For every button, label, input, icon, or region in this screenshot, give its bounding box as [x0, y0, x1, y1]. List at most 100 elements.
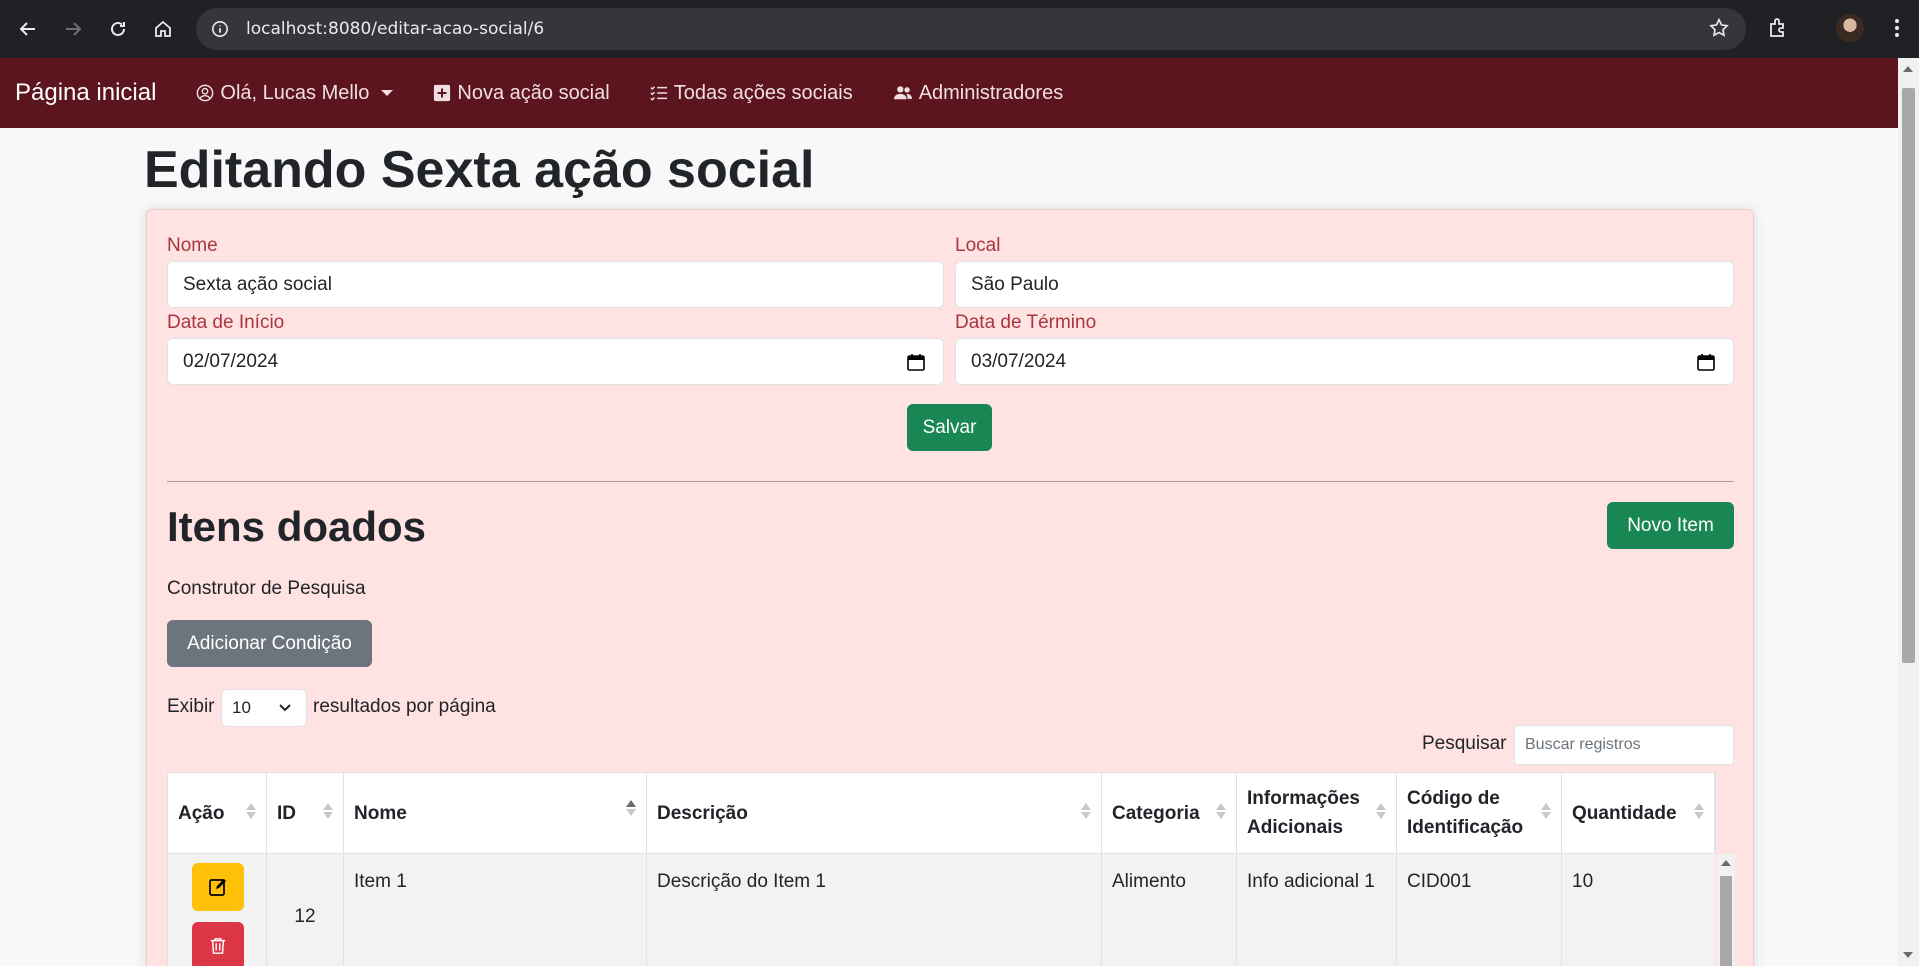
column-header-quantidade[interactable]: Quantidade	[1562, 773, 1715, 853]
show-label: Exibir	[167, 696, 215, 717]
start-date-field[interactable]: 02/07/2024	[167, 338, 944, 385]
info-cell: Info adicional 1	[1237, 854, 1397, 966]
back-arrow-icon	[19, 22, 35, 36]
quantity-cell: 10	[1572, 871, 1594, 892]
search-input[interactable]: Buscar registros	[1514, 725, 1734, 765]
column-header-codigo[interactable]: Código de Identificação	[1397, 773, 1562, 853]
column-header-label: Descrição	[657, 802, 748, 824]
name-label: Nome	[167, 235, 218, 256]
add-condition-button[interactable]: Adicionar Condição	[167, 620, 372, 667]
column-header-categoria[interactable]: Categoria	[1102, 773, 1237, 853]
page-title: Editando Sexta ação social	[144, 141, 815, 199]
sort-icon	[1541, 803, 1551, 819]
end-date-field[interactable]: 03/07/2024	[955, 338, 1734, 385]
bookmark-star-icon[interactable]	[1708, 17, 1730, 39]
table-scrollbar[interactable]	[1717, 854, 1735, 966]
calendar-icon[interactable]	[1697, 353, 1715, 371]
url-text: localhost:8080/editar-acao-social/6	[246, 19, 545, 39]
app-navbar: Página inicial Olá, Lucas Mello Nova açã…	[0, 58, 1898, 128]
list-check-icon	[650, 86, 667, 101]
reload-icon	[111, 21, 125, 36]
user-greeting: Olá, Lucas Mello	[220, 81, 370, 104]
column-header-label: Nome	[354, 802, 407, 824]
start-date-value: 02/07/2024	[183, 350, 279, 372]
edit-icon	[209, 879, 226, 896]
name-field[interactable]: Sexta ação social	[167, 261, 944, 308]
scroll-up-arrow-icon[interactable]	[1903, 66, 1913, 72]
browser-toolbar: localhost:8080/editar-acao-social/6	[0, 0, 1919, 58]
more-options-icon[interactable]	[1885, 16, 1909, 40]
users-icon	[893, 86, 912, 100]
delete-button[interactable]	[192, 922, 244, 966]
sort-ascending-icon	[626, 800, 636, 816]
forward-button[interactable]	[51, 7, 95, 51]
trash-icon	[210, 938, 226, 954]
table-row: 12 Item 1 Descrição do Item 1 Alimento I…	[167, 854, 1715, 966]
home-button[interactable]	[141, 7, 185, 51]
description-cell: Descrição do Item 1	[647, 854, 1102, 966]
id-cell: 12	[267, 854, 344, 966]
edit-button[interactable]	[192, 863, 244, 911]
scroll-up-arrow-icon[interactable]	[1721, 860, 1731, 866]
page-size-value: 10	[232, 698, 251, 717]
nav-all-actions-label: Todas ações sociais	[673, 81, 853, 104]
calendar-icon[interactable]	[907, 353, 925, 371]
column-header-descricao[interactable]: Descrição	[647, 773, 1102, 853]
name-field-value: Sexta ação social	[183, 273, 332, 295]
user-dropdown[interactable]: Olá, Lucas Mello	[196, 81, 394, 105]
table-scrollbar-thumb[interactable]	[1720, 876, 1732, 966]
sort-icon	[246, 803, 256, 819]
column-header-label: Informações Adicionais	[1247, 788, 1360, 838]
sort-icon	[1081, 803, 1091, 819]
column-header-label: Categoria	[1112, 802, 1200, 824]
column-header-label: ID	[277, 802, 296, 824]
home-icon	[155, 20, 171, 37]
column-header-id[interactable]: ID	[267, 773, 344, 853]
column-header-label: Código de Identificação	[1407, 788, 1524, 838]
local-label: Local	[955, 235, 1001, 256]
column-header-label: Ação	[178, 802, 225, 824]
save-button[interactable]: Salvar	[907, 404, 992, 451]
page-size-select[interactable]: 10	[221, 689, 307, 727]
search-label: Pesquisar	[1422, 733, 1507, 754]
page-scrollbar[interactable]	[1898, 58, 1919, 966]
plus-square-icon	[434, 84, 451, 102]
forward-arrow-icon	[66, 22, 82, 36]
site-info-icon[interactable]	[208, 17, 232, 41]
form-card: Nome Sexta ação social Local São Paulo D…	[146, 209, 1754, 966]
local-field-value: São Paulo	[971, 273, 1059, 295]
column-header-nome[interactable]: Nome	[344, 773, 647, 853]
search-builder-title: Construtor de Pesquisa	[167, 578, 366, 599]
nav-admins-label: Administradores	[918, 81, 1064, 104]
sort-icon	[323, 803, 333, 819]
per-page-label: resultados por página	[313, 696, 496, 717]
column-header-info[interactable]: Informações Adicionais	[1237, 773, 1397, 853]
category-cell: Alimento	[1102, 854, 1237, 966]
user-circle-icon	[197, 84, 214, 102]
nav-admins[interactable]: Administradores	[893, 81, 1064, 105]
divider	[167, 481, 1734, 482]
column-header-acao[interactable]: Ação	[168, 773, 267, 853]
end-date-label: Data de Término	[955, 312, 1097, 333]
nav-new-action[interactable]: Nova ação social	[433, 81, 610, 105]
scrollbar-thumb[interactable]	[1902, 88, 1915, 663]
extensions-icon[interactable]	[1767, 16, 1791, 40]
local-field[interactable]: São Paulo	[955, 261, 1734, 308]
items-title: Itens doados	[167, 503, 427, 550]
name-cell: Item 1	[344, 854, 647, 966]
chevron-down-icon	[279, 704, 291, 712]
new-item-button[interactable]: Novo Item	[1607, 502, 1734, 549]
scroll-down-arrow-icon[interactable]	[1903, 952, 1913, 958]
column-header-label: Quantidade	[1572, 802, 1677, 824]
nav-all-actions[interactable]: Todas ações sociais	[650, 82, 853, 105]
back-button[interactable]	[6, 7, 50, 51]
sort-icon	[1694, 803, 1704, 819]
table-header: Ação ID Nome Descrição Categoria Informa…	[167, 772, 1716, 854]
end-date-value: 03/07/2024	[971, 350, 1067, 372]
brand-link[interactable]: Página inicial	[15, 79, 156, 107]
profile-avatar[interactable]	[1836, 14, 1864, 42]
sort-icon	[1376, 803, 1386, 819]
nav-new-action-label: Nova ação social	[457, 81, 610, 104]
address-bar[interactable]: localhost:8080/editar-acao-social/6	[196, 8, 1746, 50]
reload-button[interactable]	[96, 7, 140, 51]
